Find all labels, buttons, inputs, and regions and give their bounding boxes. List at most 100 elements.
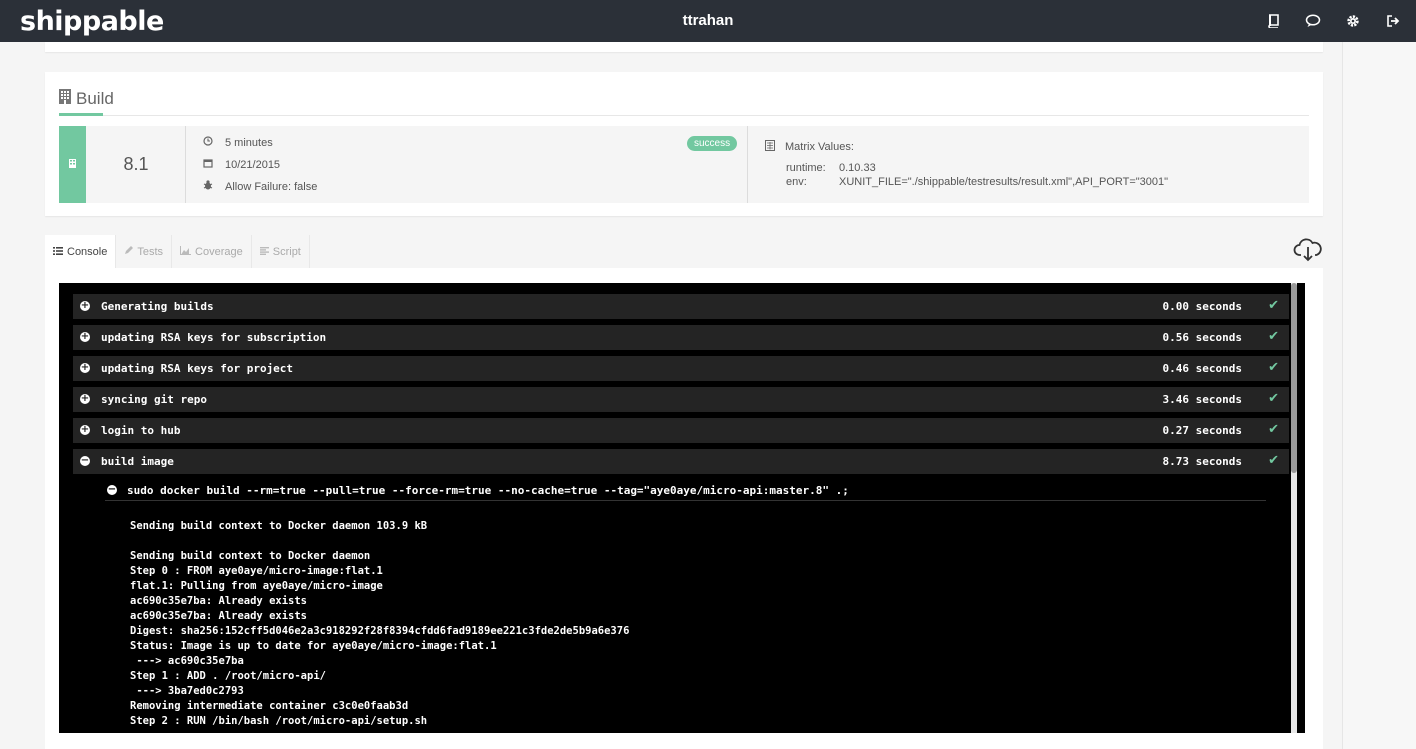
build-number[interactable]: 8.1 [86,126,186,203]
calendar-icon [203,158,213,171]
minus-circle-icon[interactable]: − [80,456,90,466]
cloud-download-icon[interactable] [1293,238,1323,262]
output-line: Sending build context to Docker daemon [130,550,371,562]
tab-label: Console [67,246,108,258]
section-label: updating RSA keys for subscription [101,331,327,344]
minus-circle-icon[interactable]: − [107,485,117,495]
matrix-runtime: runtime: 0.10.33 [786,162,876,174]
check-icon: ✔ [1268,360,1279,375]
tab-coverage[interactable]: Coverage [172,235,252,269]
check-icon: ✔ [1268,329,1279,344]
build-title: Build [76,89,114,108]
output-line: ---> 3ba7ed0c2793 [130,685,244,697]
console-section[interactable]: + updating RSA keys for project 0.46 sec… [73,356,1289,381]
build-duration: 5 minutes [225,136,273,149]
console-output: + Generating builds 0.00 seconds ✔ + upd… [59,283,1305,733]
section-duration: 8.73 seconds [1162,455,1242,468]
console-scrollbar[interactable] [1291,283,1297,733]
matrix-title: Matrix Values: [785,141,854,153]
top-icon-group [1264,12,1402,30]
area-chart-icon [180,246,192,258]
matrix-key: env: [786,176,807,188]
top-navbar: shippable ttrahan [0,0,1416,42]
command-row[interactable]: − sudo docker build --rm=true --pull=tru… [105,483,1266,501]
tab-script[interactable]: Script [252,235,310,269]
build-card: Build 8.1 5 minutes 10/21/2015 Allow Fai… [45,72,1323,216]
output-line: ac690c35e7ba: Already exists [130,610,308,622]
tab-tests[interactable]: Tests [116,235,173,269]
tab-label: Tests [137,246,164,258]
matrix-value: XUNIT_FILE="./shippable/testresults/resu… [839,176,1169,188]
build-heading: Build [59,89,114,109]
building-icon [59,89,71,109]
status-badge: success [687,136,738,151]
plus-circle-icon[interactable]: + [80,363,90,373]
tab-label: Script [272,246,301,258]
clock-icon [203,136,213,149]
book-icon[interactable] [1264,12,1282,30]
section-label: Generating builds [101,300,214,313]
divider [185,126,186,203]
building-icon [69,158,76,171]
console-section[interactable]: + Generating builds 0.00 seconds ✔ [73,294,1289,319]
matrix-value: 0.10.33 [839,162,876,174]
section-duration: 0.56 seconds [1162,331,1242,344]
plus-circle-icon[interactable]: + [80,394,90,404]
main-content: Build 8.1 5 minutes 10/21/2015 Allow Fai… [0,42,1342,749]
section-label: login to hub [101,424,181,437]
console-tabs: Console Tests Coverage Script [45,235,310,269]
output-line: Step 2 : RUN /bin/bash /root/micro-api/s… [130,715,428,727]
section-duration: 0.46 seconds [1162,362,1242,375]
gear-icon[interactable] [1344,12,1362,30]
check-icon: ✔ [1268,453,1279,468]
duration-row: 5 minutes [203,136,273,149]
list-icon [53,246,63,258]
output-line: ---> ac690c35e7ba [130,655,244,667]
matrix-env: env: XUNIT_FILE="./shippable/testresults/… [786,176,1168,188]
build-date: 10/21/2015 [225,158,281,171]
console-section[interactable]: + updating RSA keys for subscription 0.5… [73,325,1289,350]
page-title: ttrahan [682,12,734,29]
allow-failure: Allow Failure: false [225,180,318,193]
previous-card-bottom [45,42,1323,52]
chat-icon[interactable] [1304,12,1322,30]
right-gutter [1342,42,1416,749]
bug-icon [203,180,213,193]
pencil-icon [124,246,134,258]
plus-circle-icon[interactable]: + [80,425,90,435]
console-panel: + Generating builds 0.00 seconds ✔ + upd… [45,268,1323,749]
plus-circle-icon[interactable]: + [80,332,90,342]
sign-out-icon[interactable] [1384,12,1402,30]
matrix-heading: Matrix Values: [765,140,854,154]
plus-circle-icon[interactable]: + [80,301,90,311]
section-duration: 0.00 seconds [1162,300,1242,313]
matrix-key: runtime: [786,162,826,174]
check-icon: ✔ [1268,298,1279,313]
section-duration: 3.46 seconds [1162,393,1242,406]
table-icon [765,140,775,154]
output-line: flat.1: Pulling from aye0aye/micro-image [130,580,383,592]
check-icon: ✔ [1268,391,1279,406]
command-text: sudo docker build --rm=true --pull=true … [127,484,849,497]
divider [747,126,748,203]
allow-failure-row: Allow Failure: false [203,180,317,193]
status-stripe [59,126,86,203]
title-underline [59,113,103,116]
tab-console[interactable]: Console [45,235,117,269]
output-line: Sending build context to Docker daemon 1… [130,520,428,532]
console-section[interactable]: − build image 8.73 seconds ✔ [73,449,1289,474]
output-line: ac690c35e7ba: Already exists [130,595,308,607]
shippable-logo[interactable]: shippable [20,6,164,37]
section-label: syncing git repo [101,393,207,406]
check-icon: ✔ [1268,422,1279,437]
section-label: updating RSA keys for project [101,362,294,375]
output-line: Step 0 : FROM aye0aye/micro-image:flat.1 [130,565,383,577]
divider [59,115,1309,116]
scrollbar-thumb[interactable] [1291,283,1297,473]
date-row: 10/21/2015 [203,158,280,171]
console-section[interactable]: + login to hub 0.27 seconds ✔ [73,418,1289,443]
console-section[interactable]: + syncing git repo 3.46 seconds ✔ [73,387,1289,412]
section-duration: 0.27 seconds [1162,424,1242,437]
align-left-icon [259,246,269,258]
output-line: Removing intermediate container c3c0e0fa… [130,700,409,712]
